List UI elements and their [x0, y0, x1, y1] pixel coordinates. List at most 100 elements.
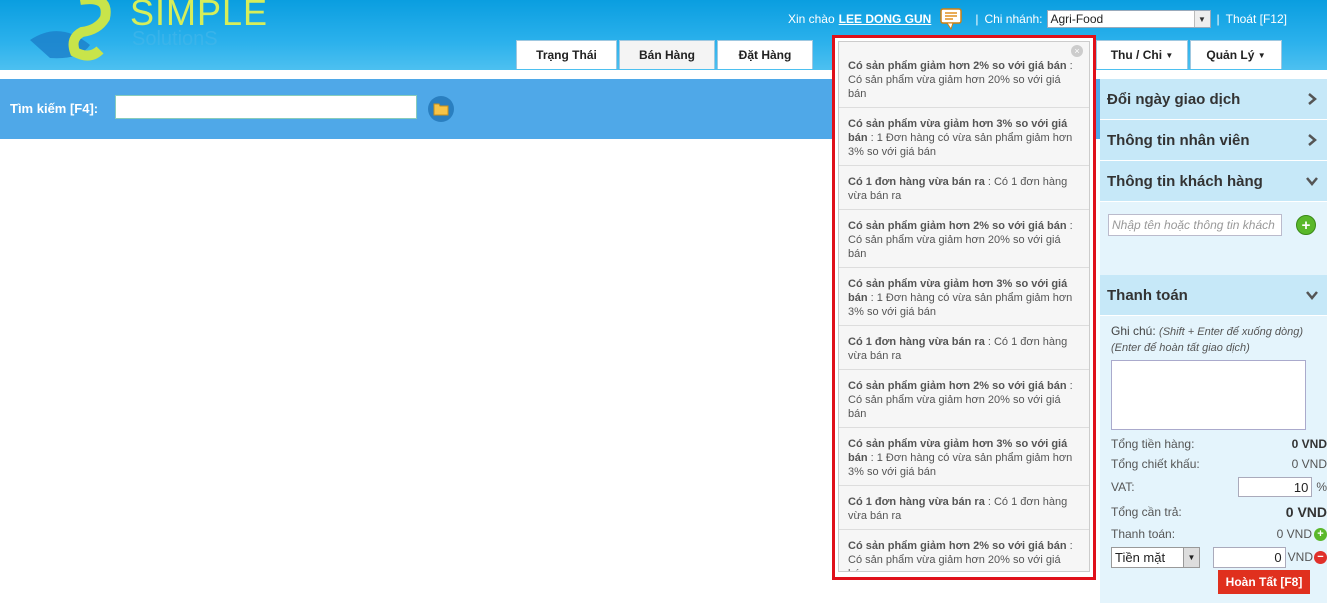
separator: |: [975, 12, 979, 26]
tab-orders[interactable]: Đặt Hàng: [717, 40, 813, 69]
remove-payment-icon[interactable]: −: [1314, 550, 1327, 564]
section-title: Thông tin khách hàng: [1107, 172, 1263, 190]
top-user-bar: Xin chào LEE DONG GUN | Chi nhánh: Agri-…: [787, 8, 1287, 31]
notification-title: Có 1 đơn hàng vừa bán ra: [848, 336, 985, 348]
paid-label: Thanh toán:: [1111, 527, 1176, 541]
tab-label: Thu / Chi: [1110, 48, 1163, 62]
notification-title: Có sản phẩm giảm hơn 2% so với giá bán: [848, 380, 1067, 392]
note-label: Ghi chú:: [1111, 324, 1156, 338]
payment-method-row: Tiền mặt ▼ 0 VND −: [1111, 544, 1327, 570]
chevron-down-icon: ▼: [1183, 547, 1199, 567]
notification-title: Có 1 đơn hàng vừa bán ra: [848, 176, 985, 188]
section-title: Thanh toán: [1107, 286, 1188, 304]
branch-label: Chi nhánh:: [984, 12, 1043, 26]
search-input[interactable]: [115, 95, 417, 119]
vat-label: VAT:: [1111, 480, 1135, 494]
notification-item[interactable]: Có sản phẩm vừa giảm hơn 3% so với giá b…: [839, 268, 1089, 326]
tab-management[interactable]: Quản Lý ▼: [1190, 40, 1282, 69]
main-nav: Trạng Thái Bán Hàng Đặt Hàng: [516, 40, 815, 70]
section-title: Thông tin nhân viên: [1107, 131, 1250, 149]
separator: |: [1216, 12, 1220, 26]
notification-popup: × Có sản phẩm giảm hơn 2% so với giá bán…: [838, 41, 1090, 572]
notification-item[interactable]: Có 1 đơn hàng vừa bán ra : Có 1 đơn hàng…: [839, 166, 1089, 210]
chevron-down-icon: ▼: [1193, 11, 1210, 27]
secondary-nav: Thu / Chi ▼ Quản Lý ▼: [1096, 40, 1284, 70]
subtotal-value: 0 VND: [1291, 437, 1327, 451]
section-title: Đổi ngày giao dịch: [1107, 90, 1241, 108]
tab-status[interactable]: Trạng Thái: [516, 40, 617, 69]
total-row: Tổng cần trả: 0 VND: [1111, 500, 1327, 524]
folder-icon[interactable]: [428, 96, 454, 122]
chevron-right-icon: [1308, 134, 1317, 146]
customer-row: Nhập tên hoặc thông tin khách +: [1100, 202, 1327, 275]
note-hint: (Enter để hoàn tất giao dịch): [1111, 342, 1250, 354]
user-name-link[interactable]: LEE DONG GUN: [839, 12, 932, 26]
close-icon[interactable]: ×: [1071, 45, 1083, 57]
notification-item[interactable]: Có 1 đơn hàng vừa bán ra : Có 1 đơn hàng…: [839, 486, 1089, 530]
notification-list: Có sản phẩm giảm hơn 2% so với giá bán :…: [839, 42, 1089, 571]
discount-label: Tổng chiết khấu:: [1111, 457, 1200, 471]
logo[interactable]: SIMPLE SolutionS: [20, 0, 267, 65]
notification-body: : 1 Đơn hàng có vừa sản phẩm giảm hơn 3%…: [848, 132, 1073, 158]
notification-item[interactable]: Có 1 đơn hàng vừa bán ra : Có 1 đơn hàng…: [839, 326, 1089, 370]
caret-down-icon: ▼: [1257, 50, 1266, 60]
plus-icon: +: [1301, 216, 1311, 234]
tab-label: Bán Hàng: [638, 48, 695, 62]
subtotal-label: Tổng tiền hàng:: [1111, 437, 1195, 451]
logo-swirl-icon: [30, 0, 111, 61]
payment-body: Ghi chú: (Shift + Enter để xuống dòng) (…: [1100, 316, 1327, 578]
customer-input[interactable]: Nhập tên hoặc thông tin khách: [1108, 214, 1282, 236]
notification-title: Có sản phẩm giảm hơn 2% so với giá bán: [848, 220, 1067, 232]
right-panel: Đổi ngày giao dịch Thông tin nhân viên T…: [1100, 79, 1327, 603]
tab-sales[interactable]: Bán Hàng: [619, 40, 715, 69]
vat-unit: %: [1316, 480, 1327, 494]
staff-info-section[interactable]: Thông tin nhân viên: [1100, 120, 1327, 161]
logout-link[interactable]: Thoát [F12]: [1226, 12, 1287, 26]
notification-item[interactable]: Có sản phẩm giảm hơn 2% so với giá bán :…: [839, 210, 1089, 268]
chevron-down-icon: [1306, 177, 1318, 186]
amount-unit: VND: [1287, 550, 1313, 564]
customer-info-section[interactable]: Thông tin khách hàng: [1100, 161, 1327, 202]
notification-item[interactable]: Có sản phẩm giảm hơn 2% so với giá bán :…: [839, 42, 1089, 108]
paid-value: 0 VND: [1276, 527, 1312, 541]
greeting-text: Xin chào: [787, 12, 835, 26]
change-date-section[interactable]: Đổi ngày giao dịch: [1100, 79, 1327, 120]
notification-body: : 1 Đơn hàng có vừa sản phẩm giảm hơn 3%…: [848, 292, 1073, 318]
add-customer-button[interactable]: +: [1296, 215, 1316, 235]
caret-down-icon: ▼: [1165, 50, 1174, 60]
app-header: SIMPLE SolutionS Xin chào LEE DONG GUN |…: [0, 0, 1327, 70]
total-label: Tổng cần trả:: [1111, 505, 1182, 519]
finish-button[interactable]: Hoàn Tất [F8]: [1218, 570, 1310, 594]
total-value: 0 VND: [1285, 504, 1327, 520]
discount-row: Tổng chiết khấu: 0 VND: [1111, 454, 1327, 474]
payment-section[interactable]: Thanh toán: [1100, 275, 1327, 316]
note-label-block: Ghi chú: (Shift + Enter để xuống dòng) (…: [1111, 324, 1316, 356]
branch-select[interactable]: Agri-Food ▼: [1046, 10, 1211, 28]
notification-item[interactable]: Có sản phẩm vừa giảm hơn 3% so với giá b…: [839, 108, 1089, 166]
logo-subtext: SolutionS: [132, 28, 218, 50]
discount-value: 0 VND: [1291, 457, 1327, 471]
note-textarea[interactable]: [1111, 360, 1306, 430]
notification-body: : 1 Đơn hàng có vừa sản phẩm giảm hơn 3%…: [848, 452, 1073, 478]
payment-method-select[interactable]: Tiền mặt ▼: [1111, 546, 1200, 568]
message-icon[interactable]: [939, 8, 963, 31]
note-hint: (Shift + Enter để xuống dòng): [1159, 326, 1304, 338]
amount-input[interactable]: 0: [1212, 546, 1286, 568]
notification-item[interactable]: Có sản phẩm giảm hơn 2% so với giá bán :…: [839, 530, 1089, 571]
chevron-right-icon: [1308, 93, 1317, 105]
notification-title: Có 1 đơn hàng vừa bán ra: [848, 496, 985, 508]
tab-income-expense[interactable]: Thu / Chi ▼: [1096, 40, 1188, 69]
branch-value: Agri-Food: [1050, 12, 1104, 26]
add-payment-icon[interactable]: +: [1314, 527, 1327, 541]
notification-title: Có sản phẩm giảm hơn 2% so với giá bán: [848, 60, 1067, 72]
tab-label: Đặt Hàng: [738, 48, 792, 62]
tab-label: Trạng Thái: [536, 48, 597, 62]
notification-highlight: × Có sản phẩm giảm hơn 2% so với giá bán…: [832, 35, 1096, 580]
payment-method-value: Tiền mặt: [1115, 549, 1166, 565]
notification-item[interactable]: Có sản phẩm giảm hơn 2% so với giá bán :…: [839, 370, 1089, 428]
vat-input[interactable]: 10: [1238, 477, 1313, 497]
notification-title: Có sản phẩm giảm hơn 2% so với giá bán: [848, 540, 1067, 552]
notification-item[interactable]: Có sản phẩm vừa giảm hơn 3% so với giá b…: [839, 428, 1089, 486]
chevron-down-icon: [1306, 291, 1318, 300]
tab-label: Quản Lý: [1206, 48, 1255, 62]
